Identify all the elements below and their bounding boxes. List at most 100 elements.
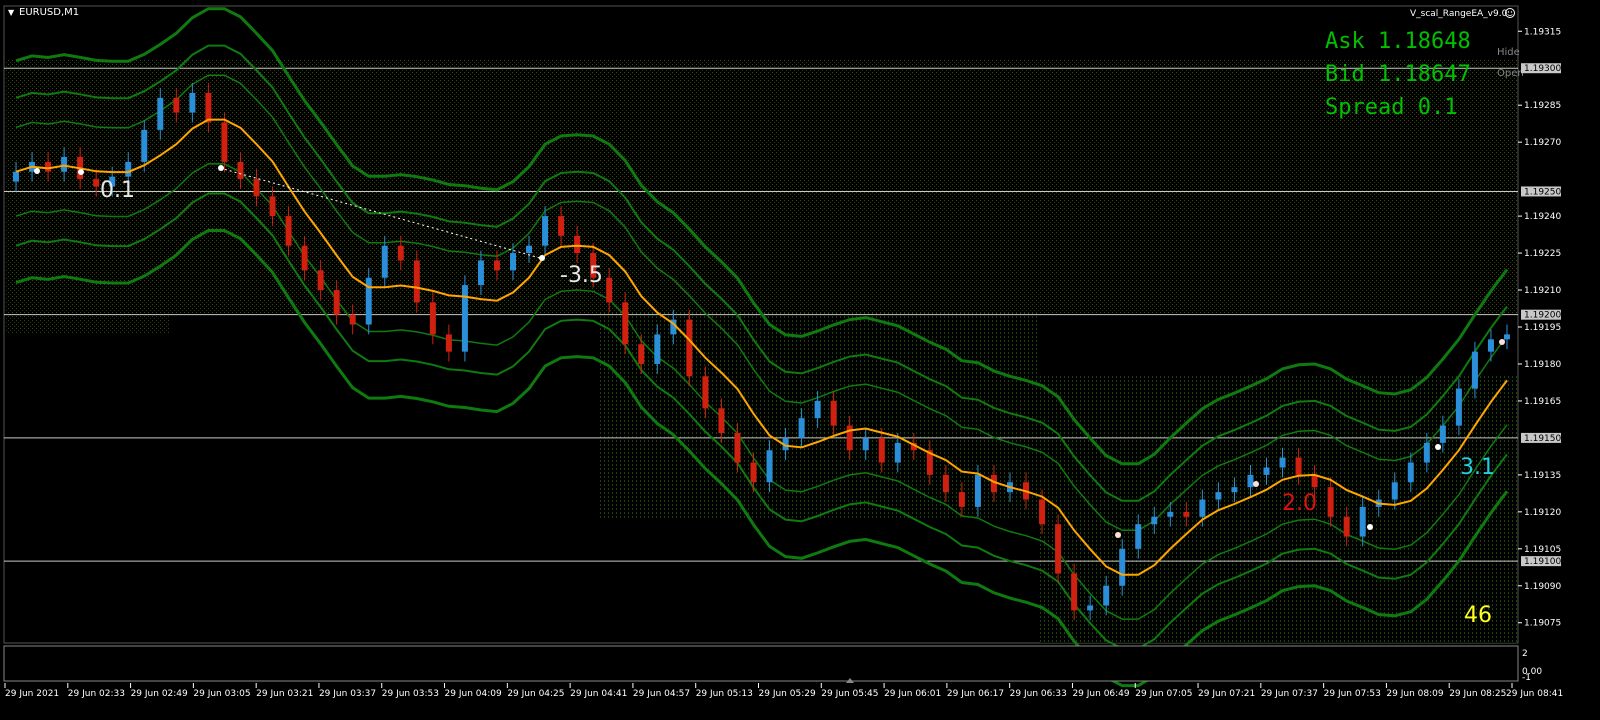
candle-body <box>93 179 100 187</box>
candle-body <box>798 418 805 438</box>
trade-marker <box>78 169 84 175</box>
time-tick-label: 29 Jun 06:49 <box>1072 689 1129 699</box>
sub-tick-bot: -1 <box>1522 673 1531 683</box>
candle-body <box>493 260 500 271</box>
candle-body <box>1503 334 1510 340</box>
open-button[interactable]: Open <box>1497 68 1524 79</box>
candle-body <box>1391 482 1398 500</box>
price-chart[interactable]: 0.1 -3.5 2.0 3.1 46 Ask 1.18648 Bid 1.18… <box>0 0 1600 720</box>
candle-body <box>269 196 276 217</box>
price-tick-label: 1.19120 <box>1524 508 1561 518</box>
candle-body <box>397 245 404 261</box>
price-axis[interactable]: 1.19315 1.19285 1.19270 1.19240 1.19225 1.192… <box>1518 27 1561 629</box>
symbol-label: EURUSD,M1 <box>19 7 79 18</box>
time-tick-label: 29 Jun 04:09 <box>445 689 502 699</box>
time-tick-label: 29 Jun 08:25 <box>1449 689 1506 699</box>
candle-body <box>1055 524 1062 574</box>
price-level-label: 1.19100 <box>1524 557 1561 567</box>
time-tick-label: 29 Jun 07:53 <box>1324 689 1381 699</box>
price-tick-label: 1.19195 <box>1524 323 1561 333</box>
time-tick-label: 29 Jun 07:21 <box>1198 689 1255 699</box>
time-tick-label: 29 Jun 02:33 <box>68 689 125 699</box>
time-tick-label: 29 Jun 03:53 <box>382 689 439 699</box>
candle-body <box>1215 492 1222 500</box>
candle-body <box>606 277 613 303</box>
price-level-label: 1.19250 <box>1524 187 1561 197</box>
pips-label-1: 0.1 <box>100 178 135 203</box>
candle-body <box>766 450 773 483</box>
time-tick-label: 29 Jun 06:17 <box>947 689 1004 699</box>
candle-body <box>381 245 388 278</box>
pips-label-3: 2.0 <box>1282 491 1317 516</box>
sub-tick-top: 2 <box>1522 649 1528 659</box>
candle-body <box>1087 605 1094 611</box>
trade-marker <box>1499 339 1505 345</box>
candle-body <box>1199 499 1206 517</box>
time-tick-label: 29 Jun 03:21 <box>256 689 313 699</box>
candle-body <box>558 216 565 236</box>
candle-body <box>654 334 661 364</box>
price-tick-label: 1.19240 <box>1524 212 1561 222</box>
candle-body <box>814 400 821 419</box>
candle-body <box>1279 457 1286 468</box>
price-tick-label: 1.19180 <box>1524 360 1561 370</box>
candle-body <box>1487 339 1494 352</box>
candle-body <box>221 122 228 162</box>
candle-body <box>1183 511 1190 517</box>
time-tick-label: 29 Jun 2021 <box>5 689 59 699</box>
candle-body <box>1423 442 1430 463</box>
candle-body <box>173 97 180 113</box>
trade-marker <box>539 255 545 261</box>
trade-marker <box>218 165 224 171</box>
candle-body <box>638 344 645 364</box>
trade-marker <box>1367 524 1373 530</box>
hide-button[interactable]: Hide <box>1497 47 1520 58</box>
candle-body <box>1295 457 1302 475</box>
price-tick-label: 1.19225 <box>1524 249 1561 259</box>
candle-body <box>718 408 725 433</box>
candle-body <box>1359 506 1366 537</box>
pips-label-2: -3.5 <box>560 263 603 288</box>
time-tick-label: 29 Jun 04:41 <box>570 689 627 699</box>
candle-body <box>349 314 356 325</box>
spread-label: Spread 0.1 <box>1325 95 1457 120</box>
time-tick-label: 29 Jun 05:29 <box>759 689 816 699</box>
sub-window <box>3 645 1519 682</box>
ea-label: V_scal_RangeEA_v9.0 <box>1410 9 1508 19</box>
candle-body <box>189 92 196 113</box>
candle-body <box>157 97 164 130</box>
collapse-icon[interactable]: ▼ <box>8 8 15 17</box>
candle-body <box>1471 351 1478 389</box>
candle-body <box>1407 462 1414 483</box>
candle-body <box>205 92 212 123</box>
time-tick-label: 29 Jun 05:45 <box>821 689 878 699</box>
price-tick-label: 1.19285 <box>1524 101 1561 111</box>
time-tick-label: 29 Jun 02:49 <box>131 689 188 699</box>
candle-body <box>1343 516 1350 537</box>
time-tick-label: 29 Jun 03:37 <box>319 689 376 699</box>
time-tick-label: 29 Jun 08:09 <box>1386 689 1443 699</box>
candle-body <box>750 462 757 483</box>
price-tick-label: 1.19165 <box>1524 397 1561 407</box>
candle-body <box>461 285 468 352</box>
candle-body <box>13 171 20 182</box>
time-tick-label: 29 Jun 07:37 <box>1261 689 1318 699</box>
candle-body <box>125 161 132 177</box>
candle-body <box>542 216 549 246</box>
candle-body <box>301 245 308 271</box>
candle-body <box>1103 585 1110 606</box>
candle-body <box>141 129 148 162</box>
candle-body <box>574 235 581 254</box>
candle-body <box>862 437 869 451</box>
candle-body <box>830 400 837 426</box>
candle-body <box>526 245 533 254</box>
time-tick-label: 29 Jun 04:57 <box>633 689 690 699</box>
candle-body <box>1071 573 1078 611</box>
time-tick-label: 29 Jun 07:05 <box>1135 689 1192 699</box>
candle-body <box>1167 511 1174 517</box>
candle-body <box>622 302 629 345</box>
time-axis[interactable]: 29 Jun 2021 29 Jun 02:33 29 Jun 02:49 29 Ju… <box>4 683 1563 699</box>
price-tick-label: 1.19105 <box>1524 545 1561 555</box>
candle-body <box>413 260 420 303</box>
candle-body <box>878 437 885 463</box>
